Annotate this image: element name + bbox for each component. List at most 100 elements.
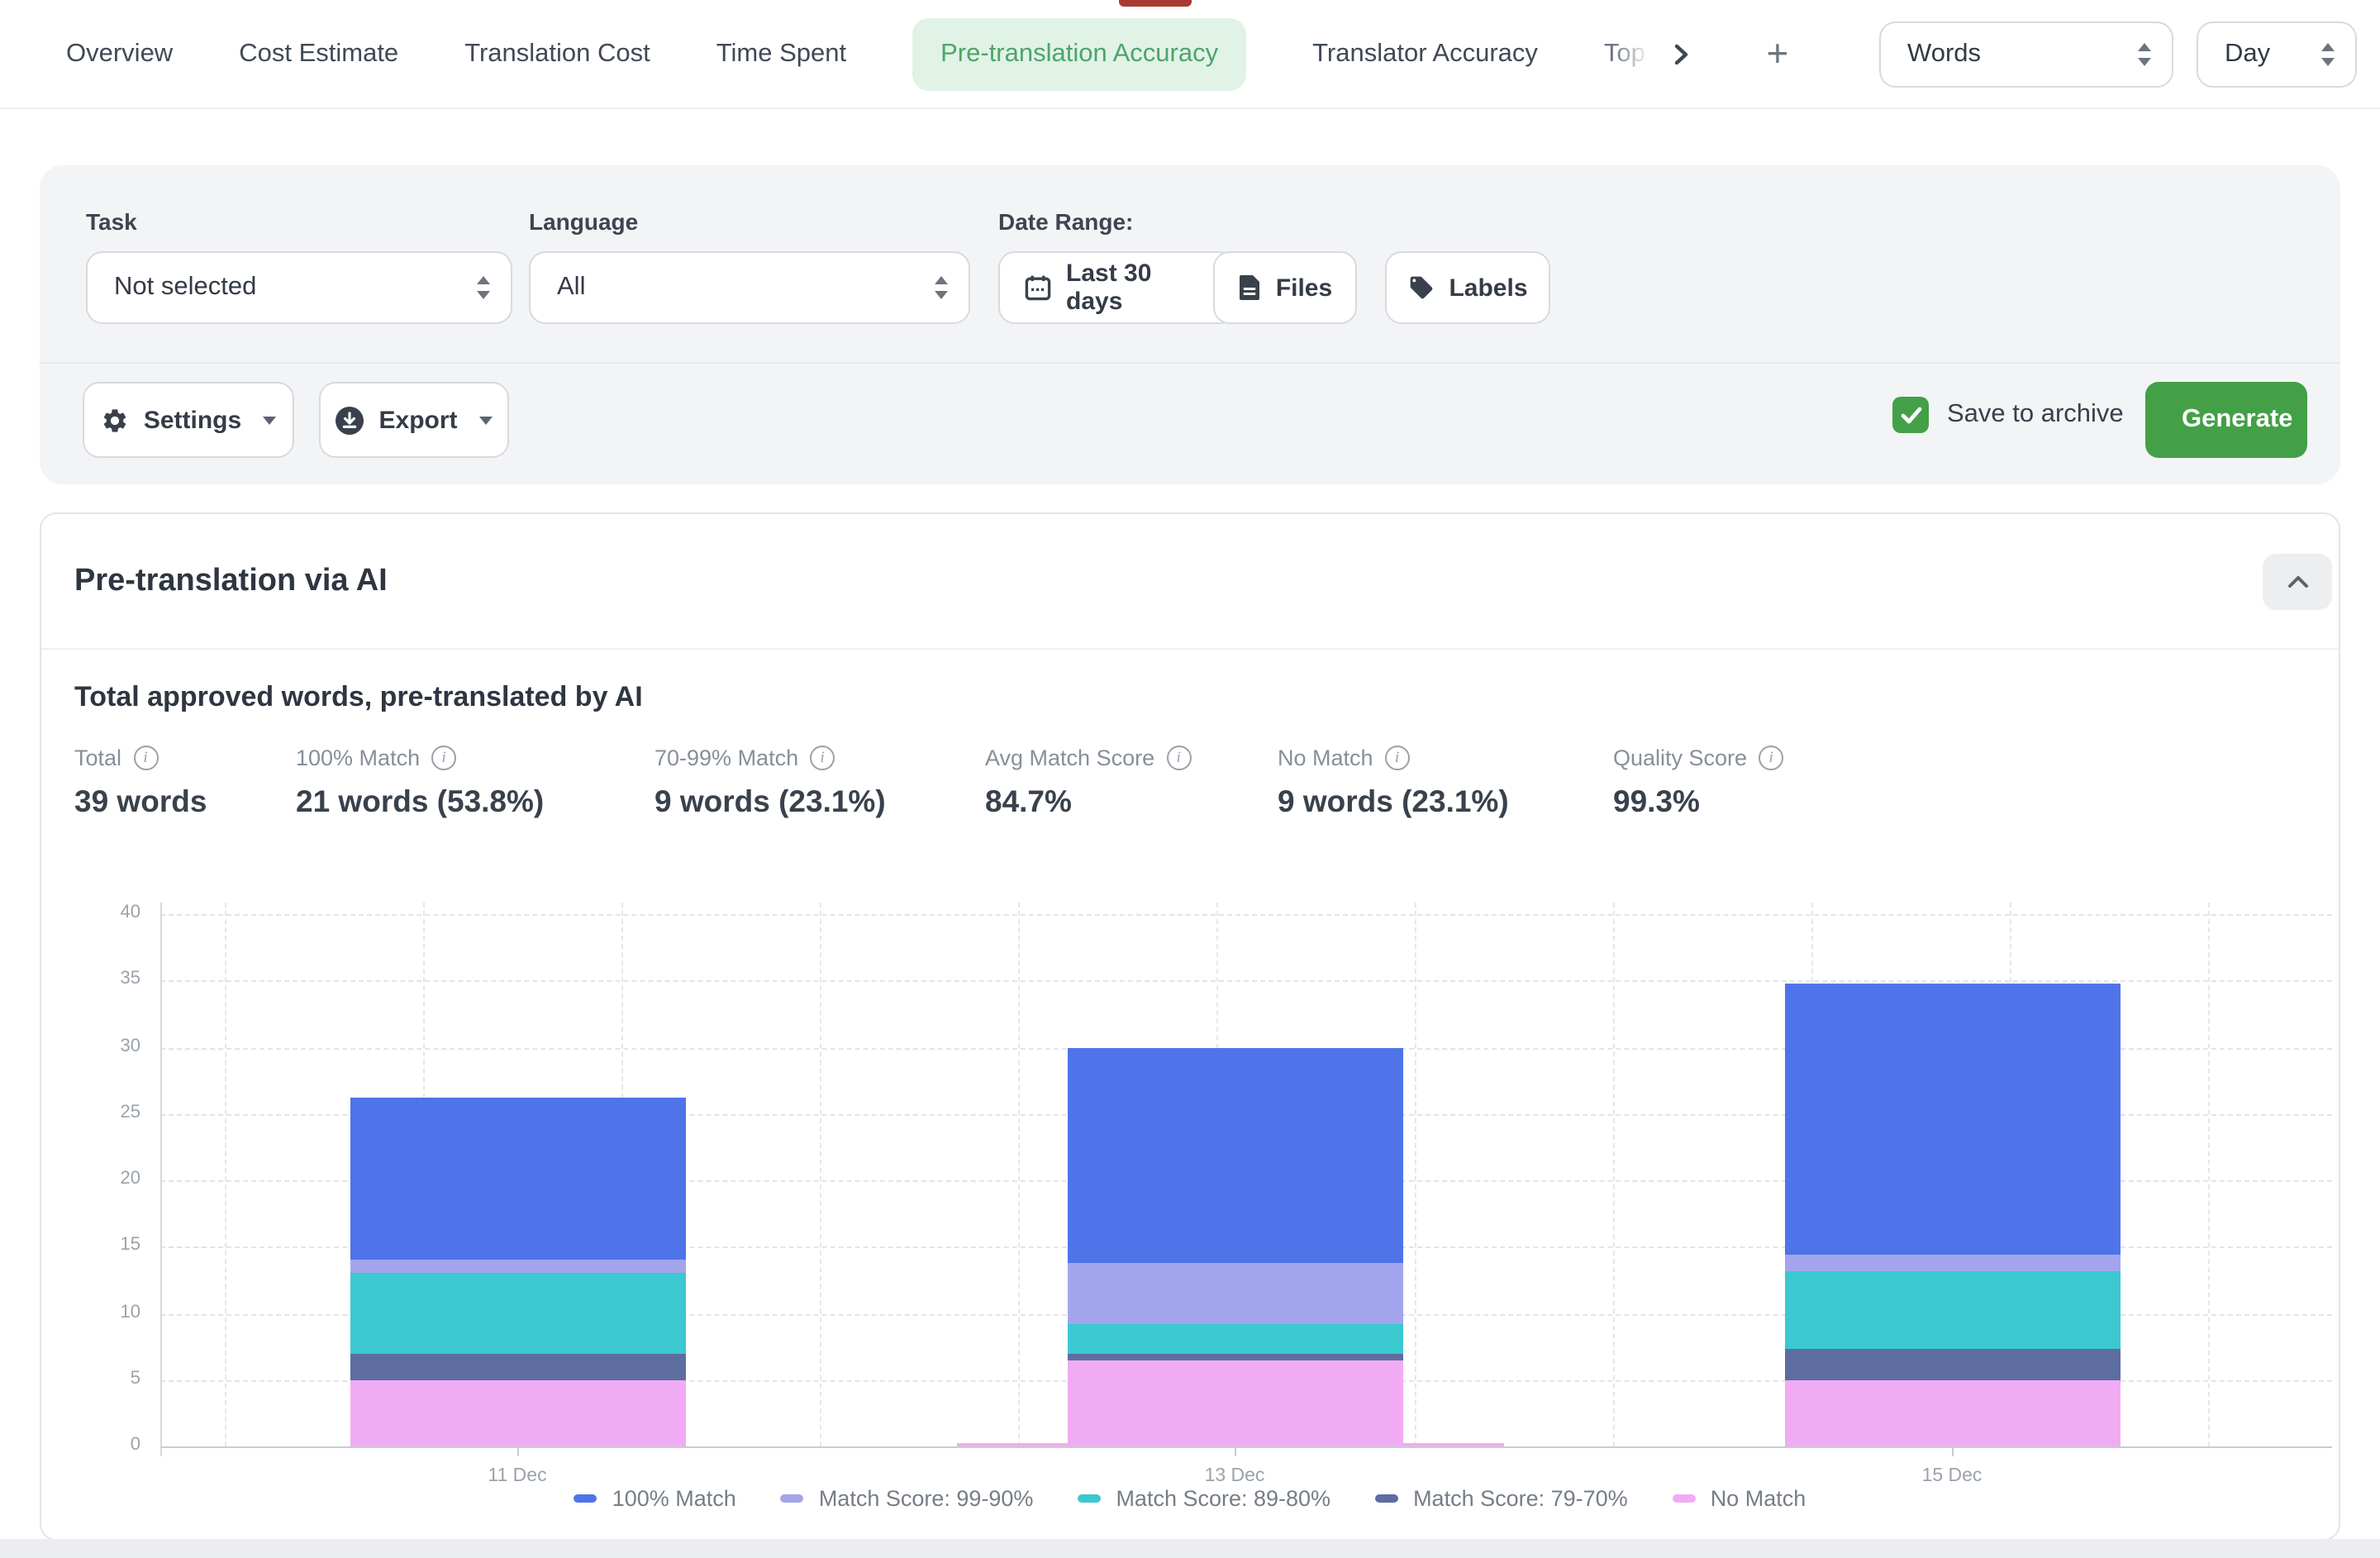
bar-segment [350, 1380, 685, 1447]
caret-down-icon [479, 416, 493, 424]
legend-marker [1673, 1495, 1696, 1503]
stat-label: 70-99% Match [654, 746, 798, 770]
info-icon[interactable]: i [810, 746, 835, 770]
unit-select-value: Words [1907, 39, 1981, 69]
gear-icon [101, 406, 129, 434]
tab-cost-estimate[interactable]: Cost Estimate [239, 39, 398, 69]
period-select[interactable]: Day [2197, 21, 2357, 87]
labels-button-label: Labels [1449, 274, 1527, 302]
settings-button-label: Settings [144, 406, 241, 434]
period-select-value: Day [2225, 39, 2270, 69]
x-axis-tick-label: 13 Dec [1152, 1466, 1317, 1486]
y-axis-tick-label: 40 [74, 903, 140, 922]
bar-segment [1067, 1353, 1402, 1360]
report-page: Overview Cost Estimate Translation Cost … [0, 0, 2380, 1558]
info-icon[interactable]: i [1759, 746, 1783, 770]
tab-top-clipped[interactable]: Top [1604, 39, 1654, 69]
save-to-archive-checkbox-row[interactable]: Save to archive [1892, 397, 2124, 433]
x-axis-tick-label: 15 Dec [1869, 1466, 2035, 1486]
tabs: Overview Cost Estimate Translation Cost … [66, 17, 1654, 90]
bar-segment-tiny [1402, 1443, 1503, 1446]
bar-segment [1067, 1360, 1402, 1446]
date-range-button[interactable]: Last 30 days [998, 251, 1236, 324]
legend-marker [781, 1495, 804, 1503]
horizontal-scrollbar[interactable] [0, 1539, 2380, 1558]
task-label: Task [86, 208, 137, 235]
info-icon[interactable]: i [133, 746, 158, 770]
select-arrows-icon [934, 276, 949, 299]
files-filter-button[interactable]: Files [1213, 251, 1357, 324]
stat-label: Total [74, 746, 121, 770]
legend-item[interactable]: No Match [1673, 1486, 1806, 1511]
select-arrows-icon [476, 276, 491, 299]
info-icon[interactable]: i [1166, 746, 1191, 770]
save-to-archive-label: Save to archive [1947, 400, 2124, 430]
stat-quality-score: Quality Scorei 99.3% [1613, 746, 1783, 820]
labels-filter-button[interactable]: Labels [1385, 251, 1550, 324]
bar-segment [350, 1353, 685, 1379]
top-accent-mark [1119, 0, 1192, 7]
add-report-button[interactable]: + [1753, 29, 1802, 79]
bar-segment [1784, 1380, 2120, 1447]
stat-value: 9 words (23.1%) [1278, 784, 1613, 820]
bar-segment [350, 1274, 685, 1354]
save-to-archive-checkbox[interactable] [1892, 397, 1929, 433]
stat-label: Quality Score [1613, 746, 1747, 770]
tab-time-spent[interactable]: Time Spent [716, 39, 846, 69]
language-select[interactable]: All [529, 251, 970, 324]
legend-label: 100% Match [612, 1486, 736, 1511]
tab-translator-accuracy[interactable]: Translator Accuracy [1312, 39, 1538, 69]
legend-item[interactable]: Match Score: 79-70% [1375, 1486, 1628, 1511]
bar-segment-tiny [956, 1443, 1067, 1446]
settings-button[interactable]: Settings [83, 382, 294, 458]
tab-translation-cost[interactable]: Translation Cost [464, 39, 650, 69]
caret-down-icon [263, 416, 276, 424]
stat-no-match: No Match i 9 words (23.1%) [1278, 746, 1613, 820]
unit-select[interactable]: Words [1879, 21, 2173, 87]
checkmark-icon [1900, 406, 1921, 424]
legend-marker [1375, 1495, 1398, 1503]
bar-segment [1784, 984, 2120, 1255]
info-icon[interactable]: i [431, 746, 456, 770]
y-axis-tick-label: 25 [74, 1103, 140, 1122]
tab-overview[interactable]: Overview [66, 39, 173, 69]
bar-segment [1784, 1270, 2120, 1349]
y-axis-tick-label: 15 [74, 1236, 140, 1255]
stat-label: Avg Match Score [985, 746, 1154, 770]
stacked-bar-chart: 051015202530354011 Dec13 Dec15 Dec [41, 514, 2342, 1542]
legend-item[interactable]: Match Score: 89-80% [1078, 1486, 1330, 1511]
generate-button[interactable]: Generate [2145, 382, 2307, 458]
y-axis-tick-label: 0 [74, 1435, 140, 1455]
select-arrows-icon [2137, 42, 2152, 65]
tabs-scroll-right-button[interactable] [1657, 29, 1706, 79]
language-select-value: All [557, 273, 585, 303]
language-label: Language [529, 208, 638, 235]
bar-segment [1067, 1263, 1402, 1324]
tab-pre-translation-accuracy[interactable]: Pre-translation Accuracy [912, 17, 1246, 90]
chart-legend: 100% Match Match Score: 99-90% Match Score… [41, 1486, 2339, 1511]
card-title: Pre-translation via AI [74, 564, 388, 600]
y-axis-tick-label: 35 [74, 970, 140, 989]
export-button[interactable]: Export [319, 382, 509, 458]
stat-label: No Match [1278, 746, 1373, 770]
stat-value: 39 words [74, 784, 296, 820]
info-icon[interactable]: i [1385, 746, 1410, 770]
section-title: Total approved words, pre-translated by … [74, 681, 643, 714]
stat-label: 100% Match [296, 746, 420, 770]
legend-item[interactable]: 100% Match [574, 1486, 736, 1511]
task-select[interactable]: Not selected [86, 251, 512, 324]
collapse-card-button[interactable] [2263, 554, 2332, 610]
bar-segment [1067, 1049, 1402, 1263]
legend-item[interactable]: Match Score: 99-90% [781, 1486, 1034, 1511]
files-button-label: Files [1276, 274, 1332, 302]
calendar-icon [1025, 274, 1051, 301]
chevron-right-icon [1670, 42, 1693, 65]
task-select-value: Not selected [114, 273, 256, 303]
legend-label: Match Score: 99-90% [819, 1486, 1034, 1511]
x-axis-tick-label: 11 Dec [435, 1466, 600, 1486]
bar-segment [1784, 1255, 2120, 1270]
filter-panel-divider [40, 362, 2340, 364]
pre-translation-card: Pre-translation via AI Total approved wo… [40, 512, 2340, 1541]
stat-total: Totali 39 words [74, 746, 296, 820]
stats-row: Totali 39 words 100% Matchi 21 words (53… [74, 746, 1783, 820]
